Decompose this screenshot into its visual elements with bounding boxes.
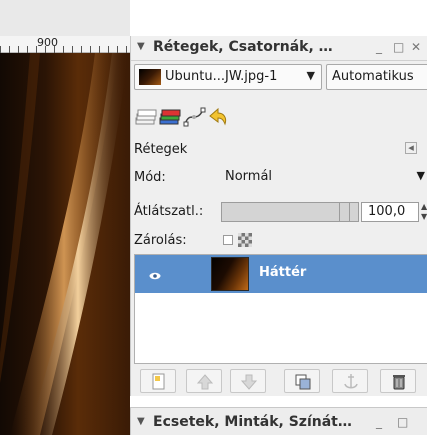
layers-section-label: Rétegek [134,142,188,157]
opacity-spin-buttons[interactable]: ▲ ▼ [421,202,427,222]
mode-dropdown[interactable]: Normál ▼ [215,164,427,190]
brushes-dock-title: Ecsetek, Minták, Színát… [153,414,352,430]
collapse-arrow-icon[interactable]: ▼ [137,416,145,427]
layers-dock: ▼ Rétegek, Csatornák, … _ □ ✕ Ubuntu...J… [130,36,427,396]
layers-dock-title-bar[interactable]: ▼ Rétegek, Csatornák, … _ □ ✕ [131,36,427,61]
layer-action-bar [134,369,427,395]
layer-row[interactable]: Háttér [135,255,427,293]
minimize-button[interactable]: _ [376,415,382,429]
dock-tab-strip [134,104,234,130]
opacity-slider-fill [222,203,358,221]
image-selector[interactable]: Ubuntu...JW.jpg-1 ▼ [134,64,322,90]
new-layer-button[interactable] [140,369,176,393]
ruler-ticks [0,46,130,53]
close-button[interactable]: ✕ [411,40,421,54]
undo-history-tab-icon[interactable] [206,106,230,128]
layer-list: Háttér [134,254,427,364]
chevron-down-icon: ▼ [416,169,425,182]
opacity-label: Átlátszatl.: [134,204,204,219]
horizontal-ruler[interactable]: 900 [0,36,130,53]
collapse-arrow-icon[interactable]: ▼ [137,41,145,52]
eye-icon[interactable] [149,269,161,280]
mode-value: Normál [225,169,273,184]
image-thumbnail-icon [139,69,161,85]
minimize-button[interactable]: _ [376,40,382,54]
paths-tab-icon[interactable] [182,106,206,128]
duplicate-layer-button[interactable] [284,369,320,393]
opacity-slider-segment [339,203,340,221]
layers-dock-title: Rétegek, Csatornák, … [153,39,333,55]
image-selector-value: Ubuntu...JW.jpg-1 [165,69,278,84]
maximize-button[interactable]: □ [393,40,404,54]
maximize-button[interactable]: □ [397,415,408,429]
opacity-value: 100,0 [368,204,406,219]
lock-alpha-checkbox[interactable] [223,235,233,245]
raise-layer-button[interactable] [186,369,222,393]
image-canvas[interactable] [0,53,130,435]
image-window: 900 [0,0,130,435]
mode-label: Mód: [134,170,166,185]
opacity-slider-segment [349,203,350,221]
opacity-slider[interactable] [221,202,359,222]
canvas-image-content [0,53,128,435]
tab-menu-icon[interactable]: ◂ [405,142,417,154]
checkerboard-icon [238,233,252,247]
channels-tab-icon[interactable] [158,106,182,128]
layers-tab-icon[interactable] [134,106,158,128]
layer-thumbnail [211,257,249,291]
chevron-down-icon: ▼ [306,69,315,82]
lower-layer-button[interactable] [230,369,266,393]
layer-name: Háttér [259,265,307,280]
opacity-value-field[interactable]: 100,0 [361,202,419,222]
anchor-layer-button[interactable] [332,369,368,393]
brushes-dock[interactable]: ▼ Ecsetek, Minták, Színát… _ □ [130,407,427,435]
auto-button-label: Automatikus [332,69,414,84]
auto-button[interactable]: Automatikus [326,64,427,90]
lock-label: Zárolás: [134,233,187,248]
delete-layer-button[interactable] [380,369,416,393]
